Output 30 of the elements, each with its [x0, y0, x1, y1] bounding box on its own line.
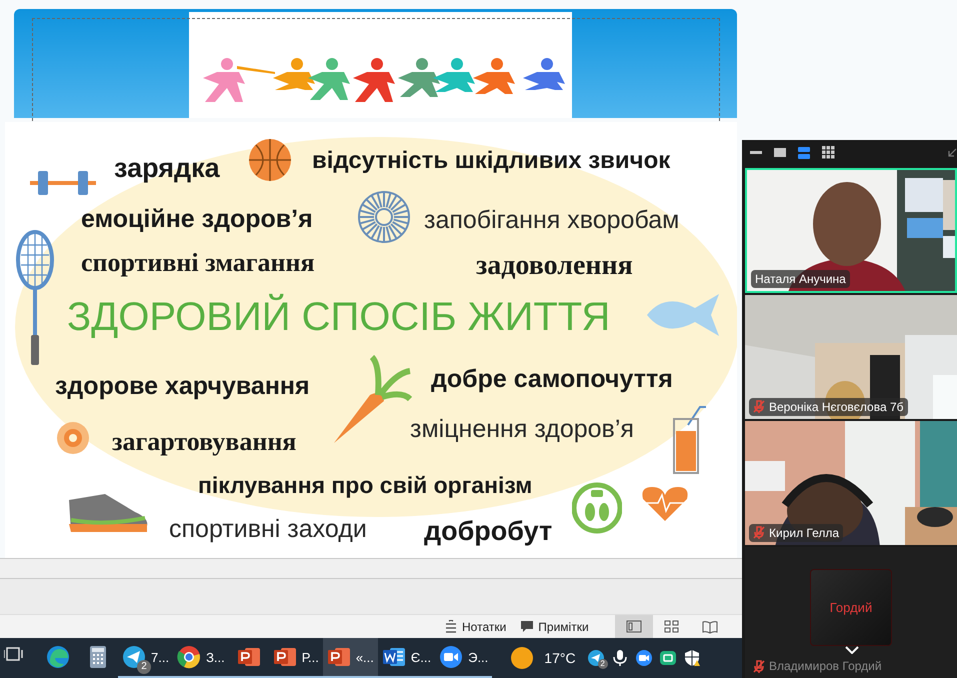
- slide-word: загартовування: [112, 426, 296, 458]
- slide-word: задоволення: [476, 248, 633, 282]
- slide-word: зміцнення здоров’я: [410, 414, 634, 444]
- slide-title: ЗДОРОВИЙ СПОСІБ ЖИТТЯ: [67, 293, 610, 342]
- name-tag: Вероніка Нєговєлова 7б: [749, 398, 908, 416]
- slide-word: запобігання хворобам: [424, 204, 680, 234]
- count-badge: 2: [598, 659, 608, 669]
- slide-word: відсутність шкідливих звичок: [312, 147, 670, 176]
- comments-button[interactable]: Примітки: [520, 620, 589, 634]
- slide-word: добробут: [424, 515, 552, 548]
- avatar-image: Гордий: [810, 568, 892, 646]
- taskbar-app-button[interactable]: Э...: [435, 638, 492, 678]
- slide-word: добре самопочуття: [431, 364, 673, 394]
- slide-word: здорове харчування: [55, 370, 310, 400]
- count-badge: 2: [137, 660, 151, 674]
- taskbar-app-button[interactable]: З...: [173, 638, 229, 678]
- taskbar-app-button[interactable]: 2 7...: [118, 638, 174, 678]
- slide-word: зарядка: [114, 152, 220, 185]
- slide-word: спортивні заходи: [169, 514, 367, 544]
- name-tag: Кирил Гелла: [749, 524, 844, 542]
- notes-button[interactable]: Нотатки: [444, 620, 506, 634]
- weather-button[interactable]: 17°C: [502, 638, 584, 678]
- slide-word: піклування про свій організм: [198, 472, 532, 500]
- taskbar-app-button[interactable]: «...: [322, 638, 378, 678]
- name-tag: Владимиров Гордий: [749, 657, 886, 675]
- slide-word: спортивні змагання: [81, 246, 315, 278]
- tray-icon-button[interactable]: 2: [584, 638, 608, 678]
- taskbar-app-button[interactable]: Є...: [378, 638, 436, 678]
- name-tag: Наталя Анучина: [751, 270, 850, 288]
- slide-word: емоційне здоров’я: [81, 204, 313, 234]
